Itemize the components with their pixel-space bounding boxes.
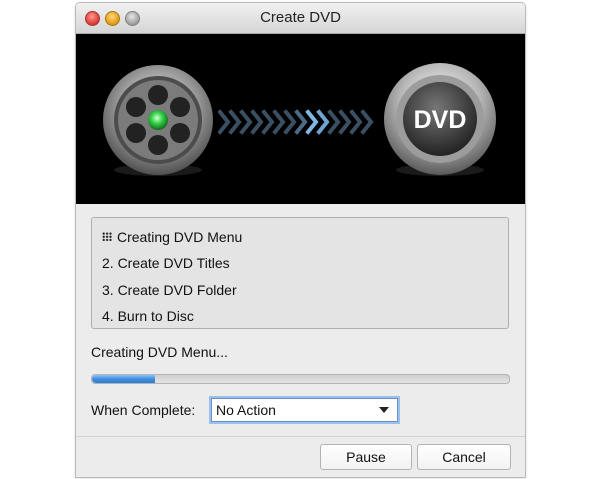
progress-arrows-icon (218, 109, 374, 135)
step-item-burn: 4. Burn to Disc (102, 308, 194, 324)
divider (76, 436, 525, 437)
select-value: No Action (216, 402, 276, 418)
pause-button[interactable]: Pause (320, 444, 412, 470)
when-complete-select[interactable]: No Action (211, 398, 398, 422)
status-text: Creating DVD Menu... (91, 344, 228, 360)
steps-list: Creating DVD Menu 2. Create DVD Titles 3… (91, 217, 509, 329)
dvd-label: DVD (414, 106, 467, 134)
dvd-disc-icon: DVD (384, 63, 496, 176)
window-title: Create DVD (260, 9, 341, 26)
chevron-down-icon (379, 407, 389, 413)
progress-bar (91, 374, 510, 384)
film-reel-icon (103, 65, 213, 176)
active-step-icon (102, 232, 112, 241)
cancel-button[interactable]: Cancel (417, 444, 511, 470)
progress-fill (92, 375, 155, 383)
when-complete-label: When Complete: (91, 402, 196, 418)
step-item-menu: Creating DVD Menu (102, 229, 242, 245)
step-item-folder: 3. Create DVD Folder (102, 282, 237, 298)
title-bar[interactable]: Create DVD (76, 3, 525, 34)
step-label: Creating DVD Menu (117, 229, 243, 245)
step-item-titles: 2. Create DVD Titles (102, 255, 230, 271)
create-dvd-window: Create DVD DVD Creating DVD Menu 2. Crea… (75, 2, 526, 478)
progress-banner: DVD (76, 34, 525, 204)
